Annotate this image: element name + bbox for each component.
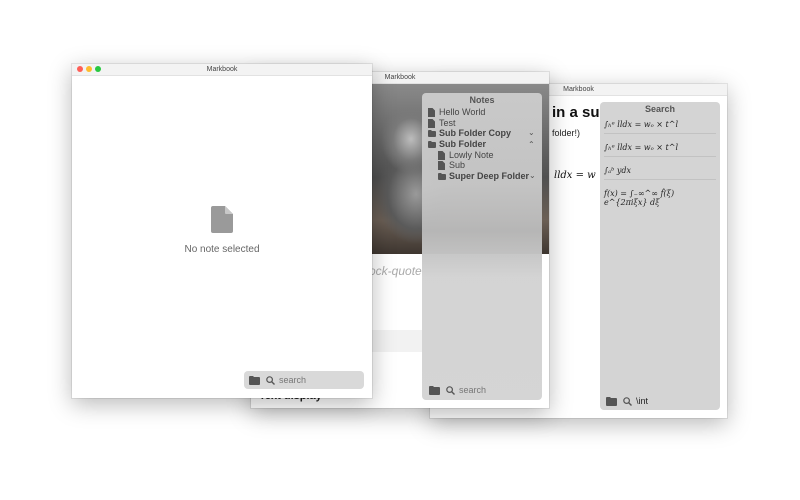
search-panel-title: Search <box>644 104 676 114</box>
note-heading: in a sul <box>552 104 604 121</box>
tree-item-label: Super Deep Folder <box>449 171 530 181</box>
tree-item-sub[interactable]: Sub <box>438 160 465 170</box>
window-titlebar: Markbook <box>72 64 372 76</box>
search-icon <box>446 385 455 395</box>
folder-icon[interactable] <box>249 375 260 385</box>
note-icon <box>428 107 436 117</box>
math-equation: lldx = w <box>554 170 596 181</box>
search-bar: search <box>244 371 364 389</box>
tree-item-label: Sub <box>449 160 466 170</box>
minimize-button[interactable] <box>86 66 92 72</box>
tree-item-lowly-note[interactable]: Lowly Note <box>438 150 494 160</box>
tree-item-label: Sub Folder Copy <box>439 128 511 138</box>
search-input[interactable]: search <box>279 375 306 385</box>
markbook-window-1: Markbook No note selected search <box>72 64 372 398</box>
notes-panel: Notes Hello World Test Sub Folder Copy ⌄… <box>422 93 542 400</box>
window-title: Markbook <box>206 66 238 73</box>
search-result[interactable]: ∫ₐᵇ ydx <box>604 166 716 180</box>
tree-item-label: Lowly Note <box>449 150 494 160</box>
tree-item-test[interactable]: Test <box>428 118 456 128</box>
folder-icon <box>428 140 436 148</box>
tree-item-label: Test <box>439 118 456 128</box>
tree-item-sub-folder[interactable]: Sub Folder <box>428 139 486 149</box>
empty-state-message: No note selected <box>184 244 260 255</box>
chevron-down-icon[interactable]: ⌄ <box>528 128 535 137</box>
chevron-down-icon[interactable]: ⌄ <box>529 171 536 180</box>
block-quote: ock-quote <box>369 264 422 278</box>
tree-item-super-deep-folder[interactable]: Super Deep Folder <box>438 171 529 181</box>
notes-panel-title: Notes <box>469 95 495 105</box>
search-result[interactable]: f(x) = ∫₋∞^∞ f̂(ξ) e^{2πiξx} dξ <box>604 189 716 211</box>
search-result[interactable]: ∫ₕᵉ lldx = wₒ × t^l <box>604 120 716 134</box>
tree-item-hello-world[interactable]: Hello World <box>428 107 485 117</box>
tree-item-sub-folder-copy[interactable]: Sub Folder Copy <box>428 128 511 138</box>
search-panel: Search ∫ₕᵉ lldx = wₒ × t^l ∫ₕᵉ lldx = wₒ… <box>600 102 720 410</box>
note-icon <box>428 118 436 128</box>
close-button[interactable] <box>77 66 83 72</box>
maximize-button[interactable] <box>95 66 101 72</box>
folder-icon[interactable] <box>429 385 440 395</box>
chevron-up-icon[interactable]: ⌃ <box>528 140 535 149</box>
search-input[interactable]: \int <box>636 396 648 406</box>
folder-icon <box>428 129 436 137</box>
search-bar: search <box>424 381 540 399</box>
search-input[interactable]: search <box>459 385 486 395</box>
note-icon <box>438 150 446 160</box>
traffic-lights <box>77 66 101 72</box>
folder-icon[interactable] <box>606 396 617 406</box>
search-bar: \int <box>601 392 719 410</box>
note-icon <box>438 160 446 170</box>
search-result[interactable]: ∫ₕᵉ lldx = wₒ × t^l <box>604 143 716 157</box>
empty-state: No note selected <box>72 206 372 255</box>
note-subtext: folder!) <box>552 128 581 138</box>
folder-icon <box>438 172 446 180</box>
search-icon <box>266 375 275 385</box>
tree-item-label: Sub Folder <box>439 139 486 149</box>
search-icon <box>623 396 632 406</box>
tree-item-label: Hello World <box>439 107 486 117</box>
document-icon <box>211 206 233 238</box>
